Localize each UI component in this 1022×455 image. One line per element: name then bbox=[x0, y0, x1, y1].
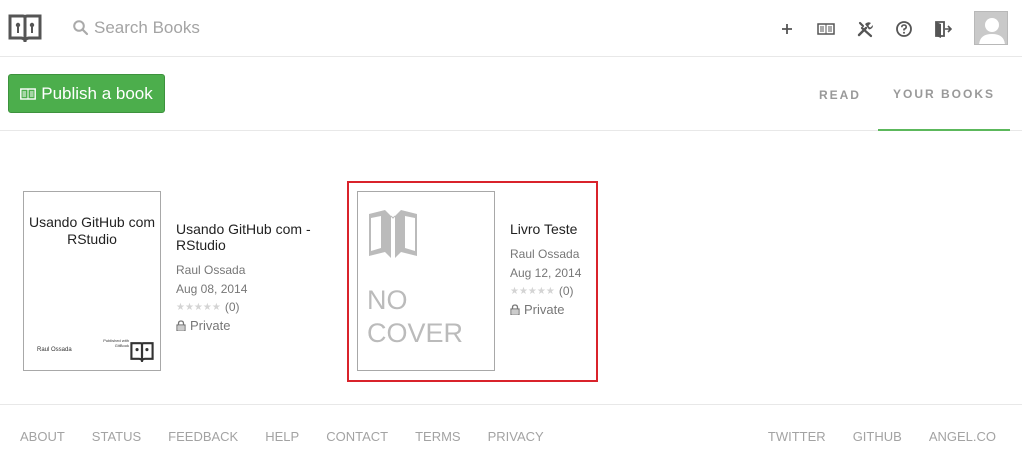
footer-link-privacy[interactable]: PRIVACY bbox=[488, 429, 544, 444]
cover-title: Usando GitHub com RStudio bbox=[28, 214, 156, 247]
tools-icon[interactable] bbox=[854, 18, 876, 40]
visibility-status: Private bbox=[176, 318, 336, 333]
book-info: Livro Teste Raul Ossada Aug 12, 2014 ★★★… bbox=[510, 221, 592, 317]
book-author[interactable]: Raul Ossada bbox=[176, 263, 336, 277]
gitbook-logo-icon[interactable] bbox=[8, 12, 42, 42]
book-placeholder-icon bbox=[369, 210, 417, 258]
book-title[interactable]: Usando GitHub com - RStudio bbox=[176, 221, 336, 253]
book-rating: ★★★★★ (0) bbox=[510, 284, 592, 298]
publish-button-label: Publish a book bbox=[41, 83, 153, 103]
search-icon bbox=[73, 20, 89, 36]
footer-link-contact[interactable]: CONTACT bbox=[326, 429, 388, 444]
lock-icon bbox=[510, 304, 520, 315]
tab-read[interactable]: READ bbox=[802, 58, 878, 131]
star-rating-icon: ★★★★★ bbox=[176, 301, 221, 313]
footer-link-status[interactable]: STATUS bbox=[92, 429, 141, 444]
book-date: Aug 12, 2014 bbox=[510, 266, 582, 280]
book-info: Usando GitHub com - RStudio Raul Ossada … bbox=[176, 221, 336, 333]
star-rating-icon: ★★★★★ bbox=[510, 285, 555, 297]
footer-link-help[interactable]: HELP bbox=[265, 429, 299, 444]
subheader: Publish a book READ YOUR BOOKS bbox=[0, 58, 1022, 131]
search-bar bbox=[72, 16, 334, 40]
book-title[interactable]: Livro Teste bbox=[510, 221, 592, 237]
footer-link-twitter[interactable]: TWITTER bbox=[768, 429, 826, 444]
cover-author: Raul Ossada bbox=[37, 347, 72, 353]
rating-count: (0) bbox=[224, 300, 240, 314]
footer-links-left: ABOUT STATUS FEEDBACK HELP CONTACT TERMS… bbox=[20, 429, 571, 444]
logout-icon[interactable] bbox=[932, 18, 954, 40]
book-icon bbox=[20, 87, 37, 100]
book-cover[interactable]: Usando GitHub com RStudio Raul Ossada Pu… bbox=[23, 191, 161, 371]
visibility-label: Private bbox=[524, 302, 565, 317]
no-cover-text: NO COVER bbox=[367, 285, 464, 348]
footer-links-right: TWITTER GITHUB ANGEL.CO bbox=[741, 429, 996, 444]
book-icon[interactable] bbox=[815, 18, 837, 40]
footer-link-terms[interactable]: TERMS bbox=[415, 429, 461, 444]
help-icon[interactable] bbox=[893, 18, 915, 40]
footer-link-feedback[interactable]: FEEDBACK bbox=[168, 429, 238, 444]
gitbook-logo-icon bbox=[130, 342, 154, 362]
header-actions bbox=[776, 18, 971, 40]
footer-link-about[interactable]: ABOUT bbox=[20, 429, 65, 444]
visibility-label: Private bbox=[190, 318, 231, 333]
footer-link-github[interactable]: GITHUB bbox=[853, 429, 902, 444]
book-author[interactable]: Raul Ossada bbox=[510, 247, 592, 261]
book-date: Aug 08, 2014 bbox=[176, 282, 248, 296]
rating-count: (0) bbox=[558, 284, 574, 298]
footer-link-angel[interactable]: ANGEL.CO bbox=[929, 429, 996, 444]
top-navigation-bar bbox=[0, 0, 1022, 57]
publish-book-button[interactable]: Publish a book bbox=[8, 74, 165, 113]
search-input[interactable] bbox=[94, 18, 334, 38]
lock-icon bbox=[176, 320, 186, 331]
book-rating: ★★★★★ (0) bbox=[176, 300, 336, 314]
cover-publisher: Published with GitBook bbox=[103, 338, 129, 348]
tab-your-books[interactable]: YOUR BOOKS bbox=[877, 58, 1010, 131]
footer: ABOUT STATUS FEEDBACK HELP CONTACT TERMS… bbox=[0, 404, 1022, 455]
book-cover-no-cover[interactable]: NO COVER bbox=[357, 191, 495, 371]
plus-icon[interactable] bbox=[776, 18, 798, 40]
visibility-status: Private bbox=[510, 302, 592, 317]
tabs: READ YOUR BOOKS bbox=[802, 58, 1022, 131]
avatar-icon[interactable] bbox=[974, 11, 1008, 45]
